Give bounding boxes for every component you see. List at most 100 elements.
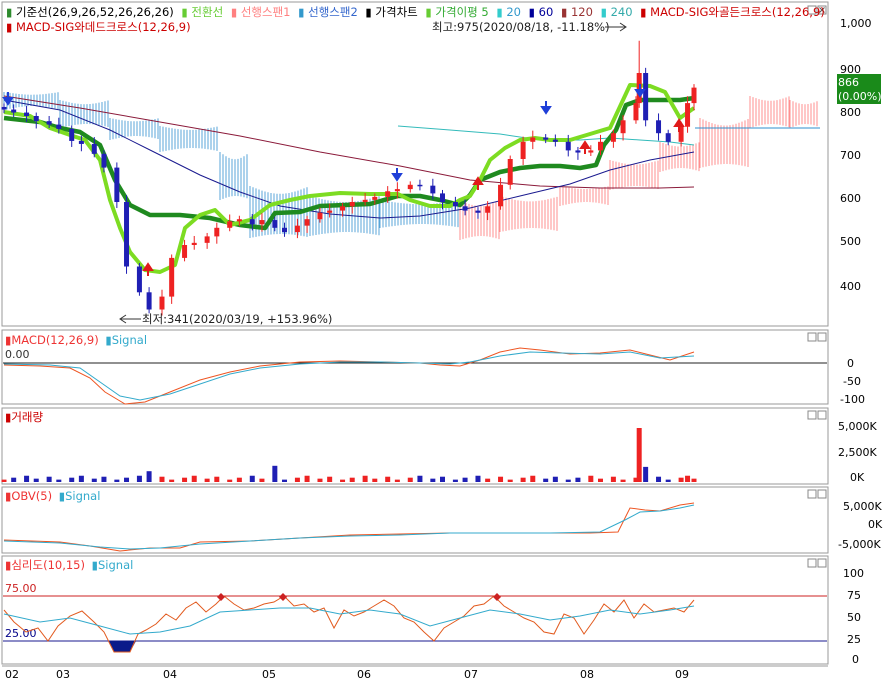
candle-body: [46, 121, 52, 125]
candle-body: [588, 150, 594, 153]
volume-bar: [372, 478, 378, 482]
volume-bar: [543, 478, 549, 482]
close-icon[interactable]: [817, 410, 827, 420]
price-tick-800: 800: [840, 106, 861, 119]
candle-body: [114, 167, 120, 202]
volume-bar: [33, 478, 39, 482]
volume-bar: [678, 477, 684, 482]
volume-bar: [169, 479, 175, 482]
candle-body: [191, 242, 197, 245]
legend-tenkan-label: 전환선: [191, 5, 223, 19]
volume-bar: [191, 475, 197, 482]
volume-bar: [214, 476, 220, 482]
volume-bar: [462, 477, 468, 482]
price-badge-change: (0.00%): [838, 90, 882, 103]
volume-bar: [227, 479, 233, 482]
legend-tenkan-marker: ▮: [181, 5, 187, 19]
maximize-icon[interactable]: [807, 489, 817, 499]
candle-body: [385, 191, 391, 197]
legend-golden-label: MACD-SIG와골든크로스(12,26,9): [650, 5, 825, 19]
obv-tick-neg5000k: -5,000K: [838, 538, 881, 551]
legend-ma5-label: 가격이평 5: [435, 5, 488, 19]
volume-bar: [56, 479, 62, 482]
obv-tick-5000k: 5,000K: [843, 500, 882, 513]
x-tick-03: 03: [56, 668, 70, 681]
volume-bar: [236, 477, 242, 482]
psych-y-axis: 100 75 50 25 0: [843, 567, 864, 666]
volume-bar: [362, 475, 368, 482]
candle-body: [362, 199, 368, 202]
candle-body: [597, 141, 603, 151]
legend-main-line2: ▮ MACD-SIG와데드크로스(12,26,9): [6, 20, 191, 34]
volume-bar: [349, 477, 355, 482]
candle-body: [430, 185, 436, 194]
legend-span2-label: 선행스팬2: [308, 5, 358, 19]
candle-body: [633, 103, 639, 121]
legend-ma120-marker: ▮: [561, 5, 567, 19]
volume-tick-5000k: 5,000K: [838, 420, 877, 433]
x-tick-09: 09: [675, 668, 689, 681]
close-icon[interactable]: [817, 332, 827, 342]
volume-bar: [620, 479, 626, 482]
volume-bar: [575, 477, 581, 482]
candle-body: [294, 225, 300, 233]
maximize-icon[interactable]: [807, 558, 817, 568]
volume-bar: [610, 476, 616, 482]
maximize-icon[interactable]: [807, 332, 817, 342]
volume-bar: [691, 478, 697, 482]
macd-tick-neg50: -50: [843, 375, 861, 388]
obv-tick-0k: 0K: [868, 518, 883, 531]
candle-body: [498, 184, 504, 207]
candle-body: [259, 220, 265, 225]
close-icon[interactable]: [817, 558, 827, 568]
candle-body: [101, 153, 107, 168]
candle-body: [282, 227, 288, 233]
price-tick-500: 500: [840, 235, 861, 248]
candle-body: [11, 109, 17, 113]
legend-ma240-label: 240: [611, 5, 633, 19]
volume-bar: [91, 478, 97, 482]
psych-signal-label: Signal: [98, 558, 133, 572]
psych-level-low-label: 25.00: [5, 627, 37, 640]
x-tick-02: 02: [5, 668, 19, 681]
candle-body: [543, 137, 549, 140]
candle-body: [520, 141, 526, 159]
macd-zero-label: 0.00: [5, 348, 30, 361]
candle-body: [327, 210, 333, 213]
volume-bar: [272, 465, 278, 482]
macd-signal-label: Signal: [112, 333, 147, 347]
maximize-icon[interactable]: [807, 410, 817, 420]
candle-body: [417, 184, 423, 187]
volume-bar: [249, 475, 255, 482]
volume-bar: [282, 479, 288, 482]
psych-level-high-label: 75.00: [5, 582, 37, 595]
price-tick-700: 700: [840, 149, 861, 162]
stock-chart-window: ▮ 기준선(26,9,26,52,26,26,26) ▮ 전환선 ▮ 선행스팬1…: [1, 1, 883, 681]
volume-bar: [1, 479, 7, 482]
candle-body: [169, 257, 175, 297]
legend-price-marker: ▮: [365, 5, 371, 19]
candle-body: [236, 219, 242, 222]
volume-bar: [159, 476, 165, 482]
legend-ma60-label: 60: [539, 5, 554, 19]
candle-body: [565, 141, 571, 151]
candle-body: [575, 150, 581, 153]
volume-bar: [136, 475, 142, 482]
x-tick-08: 08: [580, 668, 594, 681]
legend-ma60-marker: ▮: [529, 5, 535, 19]
volume-bar: [182, 477, 188, 482]
obv-panel: ▮OBV(5) ▮Signal 5,000K 0K -5,000K: [1, 486, 883, 554]
volume-bar: [656, 476, 662, 482]
candle-body: [372, 196, 378, 200]
volume-bar: [643, 466, 649, 482]
volume-bar: [101, 476, 107, 482]
candle-body: [665, 133, 671, 142]
close-icon[interactable]: [817, 489, 827, 499]
volume-bar: [552, 476, 558, 482]
psych-tick-25: 25: [847, 633, 861, 646]
candle-body: [440, 193, 446, 202]
candle-body: [69, 128, 75, 141]
candle-body: [349, 202, 355, 207]
macd-tick-0: 0: [847, 357, 854, 370]
volume-bar: [259, 478, 265, 482]
